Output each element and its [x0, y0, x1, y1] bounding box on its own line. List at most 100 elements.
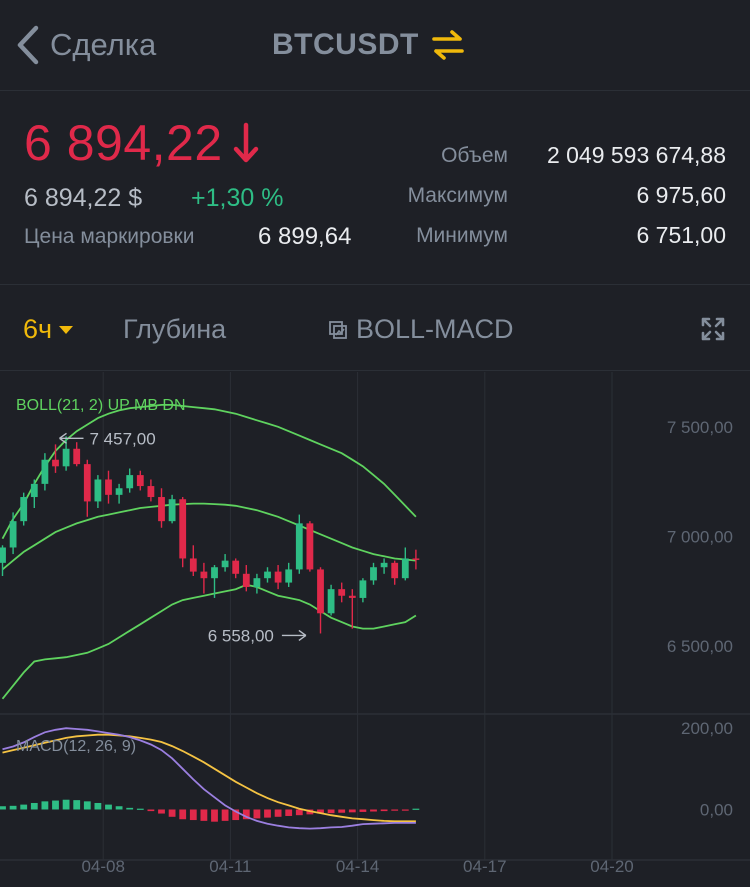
candle-down — [105, 470, 112, 504]
macd-histogram-bar-down — [338, 809, 346, 813]
header-divider — [0, 90, 750, 91]
high-marker-label: 7 457,00 — [90, 429, 156, 448]
macd-histogram-bar-down — [189, 809, 197, 821]
candle-up — [370, 562, 377, 585]
candle-body — [136, 475, 144, 487]
volume-label: Объем — [441, 144, 508, 167]
candle-body — [242, 573, 250, 587]
candle-body — [359, 580, 367, 598]
candle-up — [401, 547, 409, 581]
candle-up — [253, 573, 261, 594]
tab-interval-label: 6ч — [23, 314, 53, 344]
candle-up — [126, 468, 134, 493]
indicator-icon — [329, 320, 347, 339]
back-label: Сделка — [50, 27, 157, 62]
candle-body — [200, 571, 208, 579]
candle-body — [147, 486, 155, 498]
macd-histogram-bar-down — [200, 809, 208, 821]
date-axis-label: 04-20 — [590, 857, 633, 876]
macd-histogram-bar-down — [285, 809, 293, 816]
macd-histogram-bar-up — [62, 799, 70, 810]
macd-histogram-bar-up — [30, 802, 38, 810]
ticker-panel: 6 894,22 6 894,22 $ +1,30 % Цена маркиро… — [0, 92, 750, 282]
app-header: Сделка BTCUSDT — [0, 0, 750, 90]
macd-histogram-bar-up — [126, 807, 134, 810]
expand-icon — [701, 317, 725, 341]
candle-down — [391, 560, 399, 585]
tab-indicator[interactable]: BOLL-MACD — [328, 314, 514, 345]
chart-tabs: 6ч Глубина BOLL-MACD — [0, 292, 750, 370]
macd-histogram-bar-up — [52, 800, 59, 810]
candle-body — [285, 569, 293, 583]
candle-down — [232, 558, 240, 579]
date-axis-label: 04-11 — [209, 857, 251, 876]
candle-body — [412, 558, 420, 560]
macd-histogram-bar-up — [9, 805, 17, 810]
volume-value: 2 049 593 674,88 — [546, 142, 726, 168]
back-button[interactable]: Сделка — [14, 24, 156, 66]
candle-up — [20, 492, 28, 526]
candle-body — [126, 475, 134, 489]
macd-histogram-bar-up — [83, 801, 91, 810]
candle-body — [253, 578, 261, 587]
candle-down — [179, 497, 187, 568]
fullscreen-button[interactable] — [700, 316, 726, 342]
candle-body — [264, 571, 271, 579]
candle-body — [73, 448, 81, 465]
date-axis-label: 04-08 — [81, 857, 124, 876]
candle-down — [317, 567, 324, 634]
macd-histogram-bar-down — [211, 809, 218, 822]
macd-histogram-bar-down — [380, 809, 388, 812]
pair-selector[interactable]: BTCUSDT — [272, 28, 465, 62]
macd-histogram-bar-down — [264, 809, 271, 818]
arrow-down-icon — [233, 122, 258, 163]
candle-body — [115, 488, 123, 495]
macd-axis-label: 200,00 — [681, 719, 733, 738]
low-marker-label: 6 558,00 — [208, 626, 274, 645]
macd-histogram-bar-down — [359, 809, 367, 812]
tab-indicator-label: BOLL-MACD — [356, 314, 514, 344]
candle-body — [391, 562, 399, 579]
last-price-value: 6 894,22 — [24, 115, 223, 171]
price-chart[interactable]: BOLL(21, 2) UP MB DN 7 500,00 7 000,00 6 50… — [0, 372, 750, 887]
macd-histogram-bar-down — [158, 809, 165, 814]
candle-down — [412, 549, 420, 570]
candle-body — [20, 497, 28, 522]
candle-body — [348, 595, 356, 598]
tab-interval[interactable]: 6ч — [23, 314, 74, 345]
candle-body — [168, 499, 176, 522]
macd-histogram-bar-down — [327, 809, 335, 814]
candle-up — [41, 453, 49, 491]
candle-down — [348, 589, 356, 629]
candle-down — [274, 565, 282, 590]
chart-area[interactable]: BOLL(21, 2) UP MB DN 7 500,00 7 000,00 6 50… — [0, 372, 750, 887]
candle-body — [306, 523, 314, 570]
candle-down — [306, 521, 314, 572]
candle-body — [83, 464, 91, 502]
macd-histogram-bar-up — [115, 806, 123, 810]
pair-title: BTCUSDT — [272, 28, 419, 61]
macd-histogram-bar-down — [370, 809, 377, 812]
low-label: Минимум — [416, 224, 508, 247]
macd-histogram-bar-down — [391, 809, 399, 811]
tab-depth[interactable]: Глубина — [123, 314, 226, 345]
macd-histogram-bar-up — [412, 808, 420, 810]
macd-histogram-bar-down — [147, 809, 155, 812]
candle-body — [317, 569, 324, 614]
swap-arrows-icon[interactable] — [431, 28, 465, 62]
mark-price-label: Цена маркировки — [24, 225, 195, 248]
candle-down — [242, 565, 250, 592]
candle-down — [338, 582, 346, 603]
candle-down — [136, 470, 144, 491]
date-axis-label: 04-14 — [336, 857, 379, 876]
macd-histogram-bar-down — [168, 809, 176, 817]
low-marker-arrow — [281, 629, 307, 642]
price-axis-label: 6 500,00 — [667, 637, 733, 656]
last-price: 6 894,22 — [24, 114, 259, 172]
candle-up — [115, 483, 123, 504]
candle-body — [179, 499, 187, 559]
macd-histogram-bar-down — [253, 809, 261, 819]
candle-up — [359, 578, 367, 603]
candle-body — [52, 459, 59, 467]
ticker-divider — [0, 284, 750, 285]
